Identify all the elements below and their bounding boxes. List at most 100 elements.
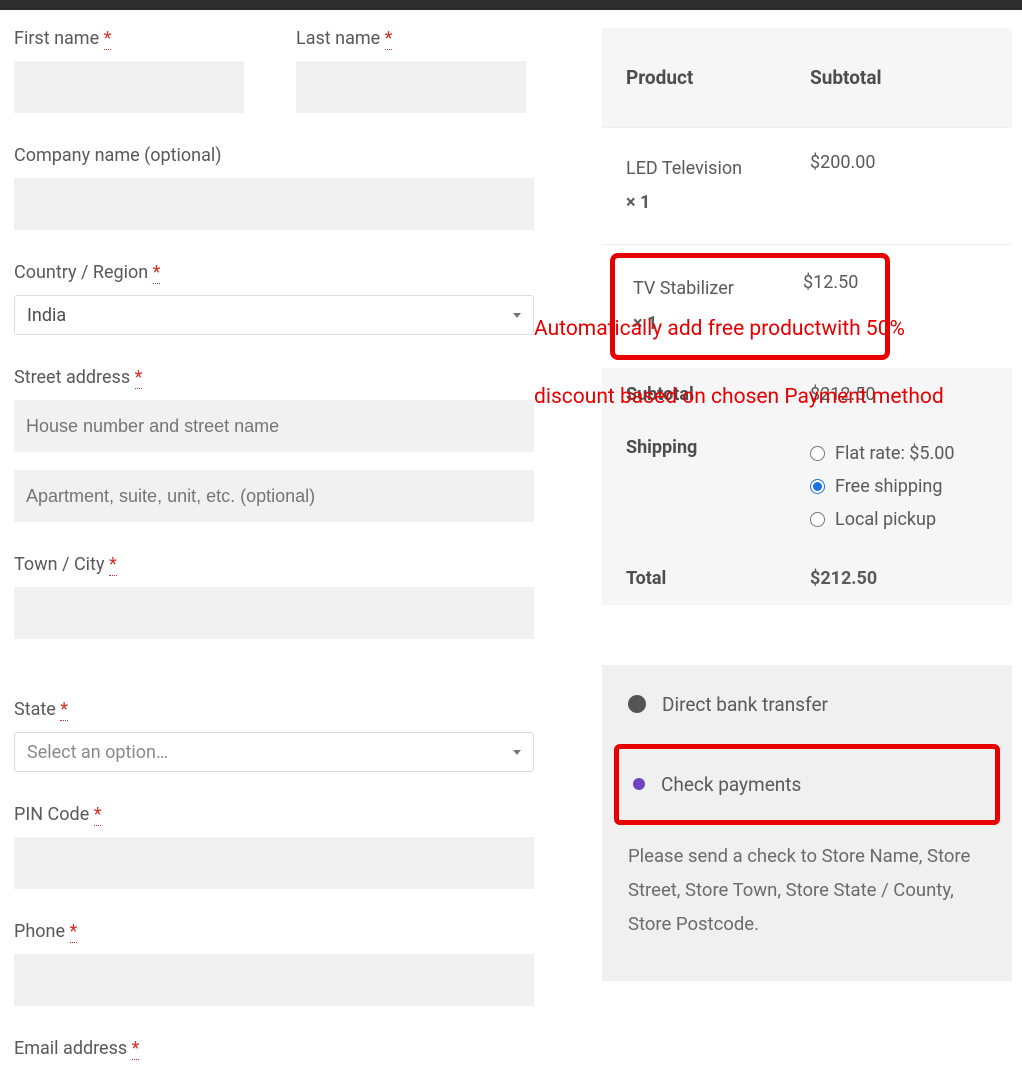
shipping-radio-free[interactable] <box>810 479 825 494</box>
shipping-label: Shipping <box>626 437 810 458</box>
total-value: $212.50 <box>810 568 988 589</box>
pin-group: PIN Code * <box>14 804 534 889</box>
shipping-option-label: Free shipping <box>835 476 942 497</box>
pin-label: PIN Code * <box>14 804 534 825</box>
product-qty: × 1 <box>626 192 650 213</box>
city-label-text: Town / City <box>14 554 104 575</box>
company-label: Company name (optional) <box>14 145 534 166</box>
street-label: Street address * <box>14 367 534 388</box>
country-label-text: Country / Region <box>14 262 148 283</box>
billing-form: First name * Last name * Company name (o… <box>14 28 534 1071</box>
city-group: Town / City * <box>14 554 534 639</box>
required-mark: * <box>132 1038 140 1060</box>
payment-option-bank[interactable]: Direct bank transfer <box>616 665 998 744</box>
chevron-down-icon <box>513 313 521 318</box>
required-mark: * <box>60 699 68 721</box>
street2-group <box>14 470 534 522</box>
subtotal-row: Subtotal $212.50 <box>602 368 1012 421</box>
order-item-name: TV Stabilizer × 1 <box>633 272 803 340</box>
radio-checked-icon <box>633 778 645 790</box>
radio-unchecked-icon <box>628 695 646 713</box>
phone-label: Phone * <box>14 921 534 942</box>
subtotal-value: $212.50 <box>810 384 988 405</box>
order-summary-column: Product Subtotal LED Television × 1 $200… <box>602 28 1012 1071</box>
company-input[interactable] <box>14 178 534 230</box>
shipping-options: Flat rate: $5.00 Free shipping Local pic… <box>810 437 988 536</box>
last-name-label: Last name * <box>296 28 526 49</box>
order-item-price: $12.50 <box>803 272 867 340</box>
city-label: Town / City * <box>14 554 534 575</box>
last-name-label-text: Last name <box>296 28 380 49</box>
first-name-label: First name * <box>14 28 244 49</box>
total-label: Total <box>626 568 810 589</box>
state-group: State * Select an option… <box>14 699 534 772</box>
state-select[interactable]: Select an option… <box>14 732 534 772</box>
order-item-row-highlighted: TV Stabilizer × 1 $12.50 <box>602 244 1012 367</box>
email-label-text: Email address <box>14 1038 127 1059</box>
payment-option-label: Check payments <box>661 773 801 796</box>
order-item-row: LED Television × 1 $200.00 <box>602 127 1012 244</box>
shipping-option-label: Flat rate: $5.00 <box>835 443 954 464</box>
country-value: India <box>27 305 66 326</box>
header-product: Product <box>626 66 810 89</box>
email-group: Email address * <box>14 1038 534 1071</box>
state-label-text: State <box>14 699 56 720</box>
first-name-input[interactable] <box>14 61 244 113</box>
product-name: TV Stabilizer <box>633 278 734 299</box>
shipping-option-local[interactable]: Local pickup <box>810 503 988 536</box>
city-input[interactable] <box>14 587 534 639</box>
country-group: Country / Region * India <box>14 262 534 335</box>
first-name-group: First name * <box>14 28 244 113</box>
payment-box: Direct bank transfer Check payments Plea… <box>602 665 1012 982</box>
required-mark: * <box>109 554 117 576</box>
annotation-highlight-box: TV Stabilizer × 1 $12.50 <box>610 253 890 359</box>
street1-input[interactable] <box>14 400 534 452</box>
payment-option-check[interactable]: Check payments <box>619 749 995 820</box>
checkout-page: First name * Last name * Company name (o… <box>0 10 1022 1071</box>
email-label: Email address * <box>14 1038 534 1059</box>
pin-label-text: PIN Code <box>14 804 89 825</box>
subtotal-label: Subtotal <box>626 384 810 405</box>
pin-input[interactable] <box>14 837 534 889</box>
required-mark: * <box>153 262 161 284</box>
product-qty: × 1 <box>633 313 657 334</box>
order-item-name: LED Television × 1 <box>626 152 810 220</box>
chevron-down-icon <box>513 750 521 755</box>
state-placeholder: Select an option… <box>27 742 168 763</box>
required-mark: * <box>94 804 102 826</box>
street2-input[interactable] <box>14 470 534 522</box>
last-name-input[interactable] <box>296 61 526 113</box>
shipping-radio-flat[interactable] <box>810 446 825 461</box>
phone-label-text: Phone <box>14 921 65 942</box>
first-name-label-text: First name <box>14 28 99 49</box>
total-row: Total $212.50 <box>602 552 1012 605</box>
street-group: Street address * <box>14 367 534 452</box>
order-header: Product Subtotal <box>602 28 1012 127</box>
top-bar <box>0 0 1022 10</box>
last-name-group: Last name * <box>296 28 526 113</box>
country-select[interactable]: India <box>14 295 534 335</box>
street-label-text: Street address <box>14 367 130 388</box>
payment-description: Please send a check to Store Name, Store… <box>616 825 998 982</box>
required-mark: * <box>385 28 393 50</box>
header-subtotal: Subtotal <box>810 66 988 89</box>
order-item-price: $200.00 <box>810 152 988 173</box>
order-footer: Subtotal $212.50 Shipping Flat rate: $5.… <box>602 368 1012 605</box>
company-group: Company name (optional) <box>14 145 534 230</box>
country-label: Country / Region * <box>14 262 534 283</box>
required-mark: * <box>104 28 112 50</box>
required-mark: * <box>135 367 143 389</box>
shipping-option-free[interactable]: Free shipping <box>810 470 988 503</box>
shipping-row: Shipping Flat rate: $5.00 Free shipping <box>602 421 1012 552</box>
shipping-option-label: Local pickup <box>835 509 936 530</box>
annotation-highlight-box: Check payments <box>614 744 1000 825</box>
order-summary: Product Subtotal LED Television × 1 $200… <box>602 28 1012 605</box>
phone-input[interactable] <box>14 954 534 1006</box>
required-mark: * <box>70 921 78 943</box>
state-label: State * <box>14 699 534 720</box>
product-name: LED Television <box>626 158 742 179</box>
payment-option-label: Direct bank transfer <box>662 693 828 716</box>
phone-group: Phone * <box>14 921 534 1006</box>
shipping-option-flat[interactable]: Flat rate: $5.00 <box>810 437 988 470</box>
shipping-radio-local[interactable] <box>810 512 825 527</box>
